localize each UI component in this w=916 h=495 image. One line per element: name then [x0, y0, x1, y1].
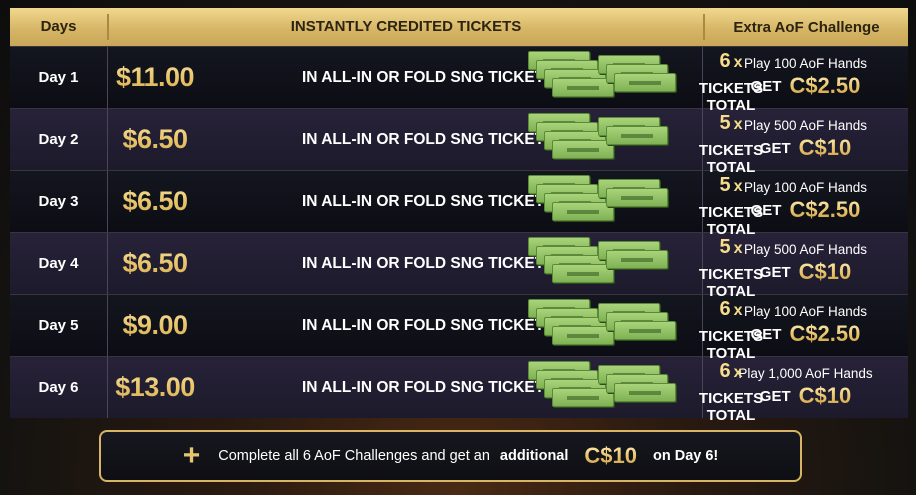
ticket-count: 5x [676, 112, 786, 135]
ticket-cell: $6.50 IN ALL-IN OR FOLD SNG TICKETS 5x T… [108, 109, 763, 176]
count-x: x [733, 364, 743, 381]
banner-bold: additional [499, 448, 569, 464]
count-x: x [733, 178, 743, 195]
count-number: 5 [719, 174, 731, 196]
count-x: x [733, 240, 743, 257]
ticket-price: $9.00 [108, 295, 202, 356]
ticket-icon [552, 78, 614, 97]
ticket-price: $6.50 [108, 233, 202, 294]
ticket-price: $11.00 [108, 47, 202, 108]
header-tickets: INSTANTLY CREDITED TICKETS [109, 14, 705, 40]
tickets-image [528, 175, 668, 229]
bonus-banner: + Complete all 6 AoF Challenges and get … [99, 430, 802, 482]
banner-amount: C$10 [584, 443, 637, 468]
count-number: 5 [719, 236, 731, 258]
ticket-icon [606, 188, 668, 207]
reward-amount: C$2.50 [789, 197, 861, 222]
ticket-count: 6x [676, 360, 786, 383]
ticket-label: IN ALL-IN OR FOLD SNG TICKETS [302, 378, 555, 396]
tickets-image [528, 51, 676, 105]
reward-amount: C$10 [798, 383, 852, 408]
banner-text: Complete all 6 AoF Challenges and get an [218, 448, 490, 464]
table-header: Days INSTANTLY CREDITED TICKETS Extra Ao… [10, 8, 908, 46]
banner-suffix: on Day 6! [653, 448, 719, 464]
day-label: Day 6 [10, 357, 108, 418]
ticket-icon [552, 140, 614, 159]
ticket-icon [552, 264, 614, 283]
ticket-icon [552, 326, 614, 345]
ticket-icon [606, 250, 668, 269]
ticket-icon [614, 321, 676, 340]
day-label: Day 1 [10, 47, 108, 108]
day-label: Day 5 [10, 295, 108, 356]
reward-amount: C$2.50 [789, 73, 861, 98]
rewards-table: Days INSTANTLY CREDITED TICKETS Extra Ao… [10, 8, 908, 424]
ticket-price: $13.00 [108, 357, 202, 418]
ticket-cell: $9.00 IN ALL-IN OR FOLD SNG TICKETS 6x T… [108, 295, 763, 362]
day-label: Day 4 [10, 233, 108, 294]
table-row: Day 2 $6.50 IN ALL-IN OR FOLD SNG TICKET… [10, 108, 908, 176]
count-x: x [733, 302, 743, 319]
table-row: Day 3 $6.50 IN ALL-IN OR FOLD SNG TICKET… [10, 170, 908, 238]
count-x: x [733, 54, 743, 71]
ticket-icon [606, 126, 668, 145]
tickets-total-label: TICKETS TOTAL [698, 390, 764, 424]
ticket-cell: $6.50 IN ALL-IN OR FOLD SNG TICKETS 5x T… [108, 233, 763, 300]
reward-amount: C$10 [798, 135, 852, 160]
count-x: x [733, 116, 743, 133]
plus-icon: + [182, 439, 201, 472]
ticket-count: 5x [676, 174, 786, 197]
day-label: Day 2 [10, 109, 108, 170]
ticket-cell: $6.50 IN ALL-IN OR FOLD SNG TICKETS 5x T… [108, 171, 763, 238]
ticket-label: IN ALL-IN OR FOLD SNG TICKETS [302, 316, 555, 334]
ticket-cell: $13.00 IN ALL-IN OR FOLD SNG TICKETS 6x … [108, 357, 763, 424]
ticket-icon [552, 388, 614, 407]
ticket-label: IN ALL-IN OR FOLD SNG TICKETS [302, 68, 555, 86]
table-row: Day 5 $9.00 IN ALL-IN OR FOLD SNG TICKET… [10, 294, 908, 362]
ticket-count: 6x [676, 298, 786, 321]
tickets-image [528, 361, 676, 415]
tickets-image [528, 299, 676, 353]
day-label: Day 3 [10, 171, 108, 232]
count-number: 6 [719, 360, 731, 382]
ticket-icon [614, 73, 676, 92]
table-row: Day 4 $6.50 IN ALL-IN OR FOLD SNG TICKET… [10, 232, 908, 300]
ticket-icon [614, 383, 676, 402]
count-number: 6 [719, 50, 731, 72]
ticket-price: $6.50 [108, 109, 202, 170]
count-number: 6 [719, 298, 731, 320]
ticket-label: IN ALL-IN OR FOLD SNG TICKETS [302, 192, 555, 210]
reward-amount: C$10 [798, 259, 852, 284]
ticket-icon [552, 202, 614, 221]
reward-amount: C$2.50 [789, 321, 861, 346]
ticket-label: IN ALL-IN OR FOLD SNG TICKETS [302, 130, 555, 148]
tickets-image [528, 113, 668, 167]
count-number: 5 [719, 112, 731, 134]
ticket-price: $6.50 [108, 171, 202, 232]
tickets-image [528, 237, 668, 291]
ticket-count: 6x [676, 50, 786, 73]
table-row: Day 1 $11.00 IN ALL-IN OR FOLD SNG TICKE… [10, 46, 908, 114]
ticket-cell: $11.00 IN ALL-IN OR FOLD SNG TICKETS 6x … [108, 47, 763, 114]
ticket-count: 5x [676, 236, 786, 259]
ticket-label: IN ALL-IN OR FOLD SNG TICKETS [302, 254, 555, 272]
table-row: Day 6 $13.00 IN ALL-IN OR FOLD SNG TICKE… [10, 356, 908, 424]
header-challenge: Extra AoF Challenge [733, 18, 880, 36]
header-days: Days [10, 14, 109, 40]
